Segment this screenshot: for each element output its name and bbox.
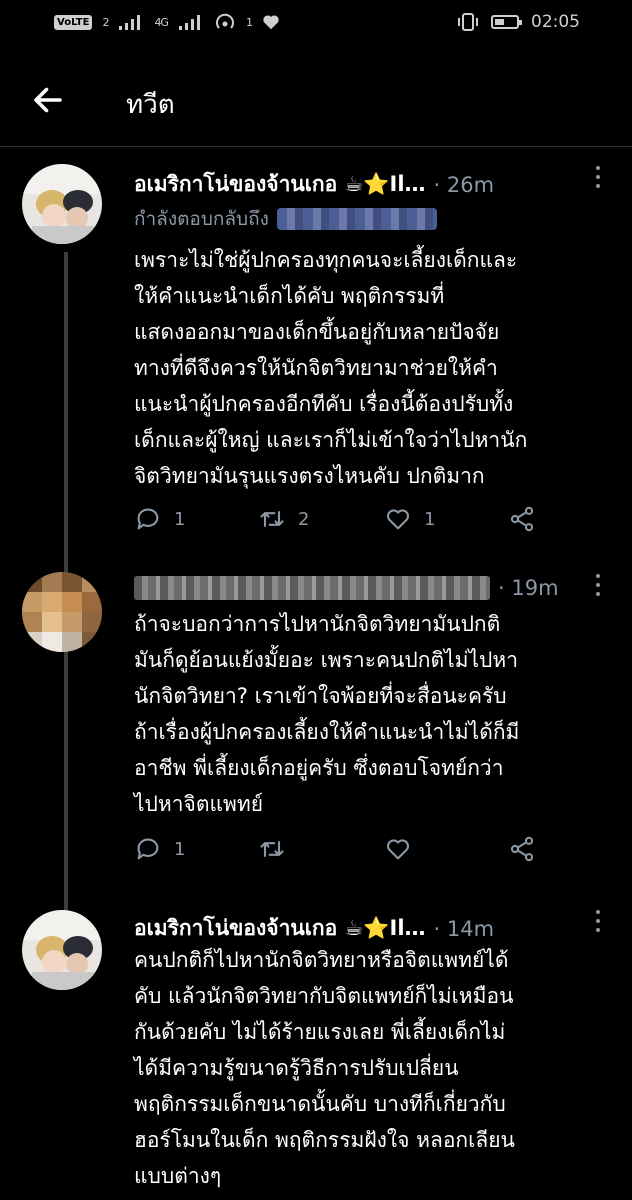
tweet-line: แบบต่างๆ (134, 1164, 222, 1188)
replying-to: กำลังตอบกลับถึง (134, 204, 437, 234)
avatar[interactable] (22, 164, 102, 244)
avatar-image-pixelated (22, 572, 102, 652)
tweet-header: อเมริกาโน่ของจ้านเกอ ☕⭐Il… · 26m (134, 168, 494, 201)
tweet-line: มันก็ดูย้อนแย้งมั้ยอะ เพราะคนปกติไม่ไปหา (134, 648, 519, 672)
tweet-line: ให้คำแนะนำเด็กได้คับ พฤติกรรมที่ (134, 284, 445, 308)
tweet-time: · 26m (433, 172, 495, 197)
more-vertical-icon[interactable] (594, 166, 602, 192)
hotspot-icon (216, 13, 234, 29)
tweet-text: ถ้าจะบอกว่าการไปหานักจิตวิทยามันปกติ มัน… (134, 606, 604, 822)
reply-count: 1 (174, 508, 186, 530)
clock: 02:05 (531, 12, 580, 32)
hotspot-count: 1 (245, 15, 253, 29)
status-bar-left: VoLTE 2 4G 1 (54, 12, 280, 32)
retweet-count: 2 (298, 508, 310, 530)
heart-status-icon (263, 15, 279, 30)
app-header: ทวีต (0, 62, 632, 142)
heart-icon (386, 509, 410, 530)
tweet-line: ทางที่ดีจึงควรให้นักจิตวิทยามาช่วยให้คำ (134, 356, 498, 380)
reply-icon (137, 508, 159, 530)
retweet-icon (260, 840, 284, 858)
back-arrow-icon[interactable] (30, 82, 66, 118)
author-name[interactable]: อเมริกาโน่ของจ้านเกอ ☕⭐Il… (134, 168, 426, 201)
tweet-line: นักจิตวิทยา? เราเข้าใจพ้อยที่จะสื่อนะครั… (134, 684, 507, 708)
share-icon (510, 506, 534, 532)
tweet-line: ได้มีความรู้ขนาดรู้วิธีการปรับเปลี่ยน (134, 1056, 459, 1080)
tweet-actions: 1 (134, 835, 544, 865)
tweet-line: ไปหาจิตแพทย์ (134, 792, 263, 816)
avatar[interactable] (22, 572, 102, 652)
tweet-line: อาชีพ พี่เลี้ยงเด็กอยู่ครับ ซึ่งตอบโจทย์… (134, 756, 504, 780)
signal-icon (119, 15, 141, 30)
redacted-handle[interactable] (276, 208, 437, 230)
page-title: ทวีต (126, 90, 175, 120)
share-button[interactable] (508, 835, 536, 863)
tweet-line: คับ แล้วนักจิตวิทยากับจิตแพทย์ก็ไม่เหมือ… (134, 984, 514, 1008)
tweet-line: แสดงออกมาของเด็กขึ้นอยู่กับหลายปัจจัย (134, 320, 500, 344)
retweet-button[interactable]: 2 (258, 505, 309, 533)
tweet-line: คนปกติก็ไปหานักจิตวิทยาหรือจิตแพทย์ได้ (134, 948, 509, 972)
author-name[interactable]: อเมริกาโน่ของจ้านเกอ ☕⭐Il… (134, 912, 426, 945)
tweet-actions: 1 2 1 (134, 505, 544, 535)
battery-icon (491, 15, 522, 29)
redacted-author-name[interactable] (134, 576, 490, 600)
retweet-icon (260, 510, 284, 528)
share-button[interactable] (508, 505, 536, 533)
more-vertical-icon[interactable] (594, 574, 602, 600)
like-button[interactable]: 1 (384, 505, 435, 533)
reply-icon (137, 838, 159, 860)
tweet-line: ฮอร์โมนในเด็ก พฤติกรรมฝังใจ หลอกเลียน (134, 1128, 515, 1152)
avatar-image (22, 910, 102, 990)
retweet-button[interactable] (258, 835, 286, 863)
tweet-time: · 19m (498, 576, 559, 600)
like-count: 1 (424, 508, 436, 530)
reply-count: 1 (174, 838, 186, 860)
tweet-text: เพราะไม่ใช่ผู้ปกครองทุกคนจะเลี้ยงเด็กและ… (134, 242, 604, 494)
share-icon (510, 836, 534, 862)
tweet-header: อเมริกาโน่ของจ้านเกอ ☕⭐Il… · 14m (134, 912, 494, 945)
tweet-line: เด็กและผู้ใหญ่ และเราก็ไม่เข้าใจว่าไปหาน… (134, 428, 528, 452)
reply-button[interactable]: 1 (134, 835, 185, 863)
avatar[interactable] (22, 910, 102, 990)
tweet-text: คนปกติก็ไปหานักจิตวิทยาหรือจิตแพทย์ได้ ค… (134, 942, 604, 1194)
tweet-time: · 14m (433, 916, 495, 941)
signal-icon-2 (178, 15, 200, 30)
more-vertical-icon[interactable] (594, 910, 602, 936)
sim-indicator: 2 (102, 15, 109, 29)
status-bar: VoLTE 2 4G 1 02:05 (0, 0, 632, 48)
network-type: 4G (154, 15, 168, 29)
like-button[interactable] (384, 835, 412, 863)
tweet-line: แนะนำผู้ปกครองอีกทีคับ เรื่องนี้ต้องปรับ… (134, 392, 514, 416)
tweet-line: ถ้าเรื่องผู้ปกครองเลี้ยงให้คำแนะนำไม่ได้… (134, 720, 520, 744)
volte-badge: VoLTE (54, 14, 93, 30)
replying-to-label: กำลังตอบกลับถึง (134, 208, 269, 230)
tweet-line: เพราะไม่ใช่ผู้ปกครองทุกคนจะเลี้ยงเด็กและ (134, 248, 518, 272)
tweet-line: ถ้าจะบอกว่าการไปหานักจิตวิทยามันปกติ (134, 612, 501, 636)
tweet-line: กันด้วยคับ ไม่ได้ร้ายแรงเลย พี่เลี้ยงเด็… (134, 1020, 506, 1044)
tweet-header: · 19m (134, 576, 559, 600)
avatar-image (22, 164, 102, 244)
heart-icon (386, 839, 410, 860)
tweet-line: พฤติกรรมเด็กขนาดนั้นคับ บางทีก็เกี่ยวกับ (134, 1092, 506, 1116)
tweet-line: จิตวิทยามันรุนแรงตรงไหนคับ ปกติมาก (134, 464, 485, 488)
reply-button[interactable]: 1 (134, 505, 185, 533)
status-bar-right: 02:05 (457, 12, 580, 32)
header-divider (0, 146, 632, 147)
vibrate-icon (458, 13, 478, 31)
